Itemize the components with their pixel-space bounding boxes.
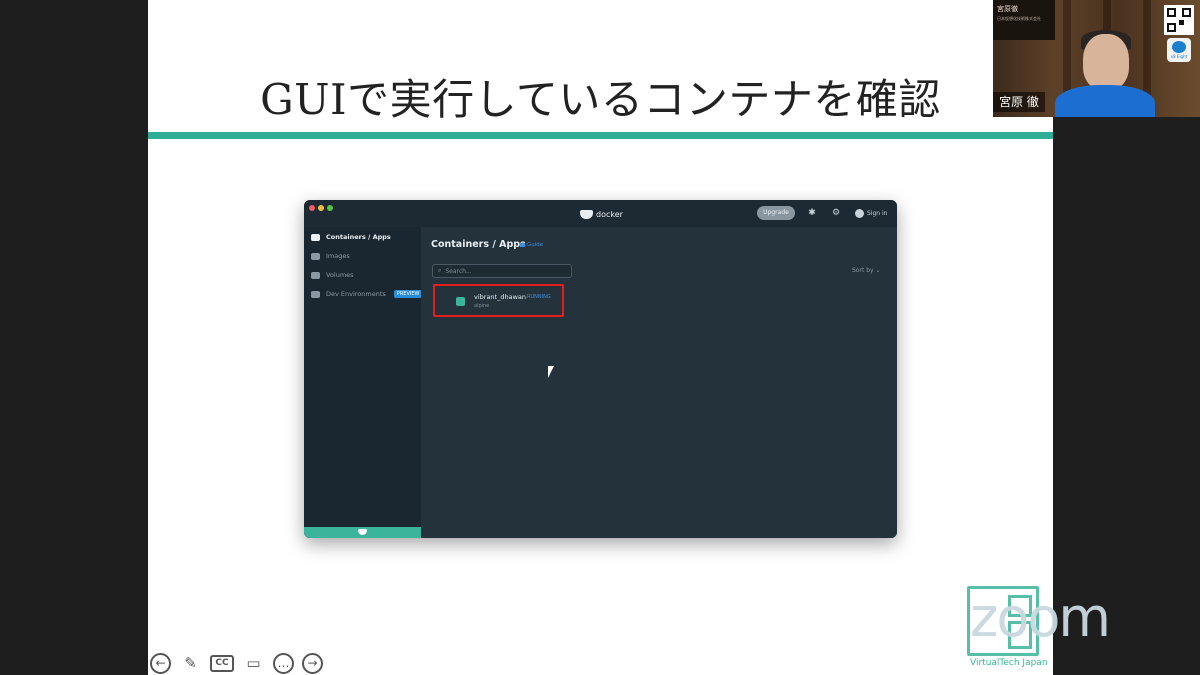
preview-badge: PREVIEW (393, 290, 423, 298)
container-image: alpine (474, 303, 490, 309)
account-icon (855, 208, 864, 218)
docker-whale-icon (580, 209, 593, 219)
presentation-controls: ← ✎ CC ▭ … → (150, 650, 323, 675)
docker-desktop-window: docker Upgrade ✱ ⚙ Sign in Containers / … (304, 200, 897, 538)
video-off-icon[interactable]: ▭ (242, 652, 265, 675)
prev-slide-icon[interactable]: ← (150, 652, 171, 674)
slide-title: GUIで実行しているコンテナを確認 (260, 75, 941, 124)
sidebar-item-volumes[interactable]: Volumes (311, 269, 354, 281)
docker-sidebar: Containers / Apps Images Volumes Dev Env… (304, 227, 423, 538)
window-titlebar: docker Upgrade ✱ ⚙ Sign in (304, 200, 897, 227)
guide-link[interactable]: Guide (520, 242, 543, 248)
search-input[interactable]: ⌕ Search... (432, 264, 572, 278)
container-name: vibrant_dhawan (474, 293, 526, 301)
guide-label: Guide (527, 242, 544, 248)
speaker-body (1055, 85, 1155, 117)
docker-logo: docker (580, 207, 623, 221)
troubleshoot-icon[interactable]: ✱ (805, 206, 819, 220)
eight-badge: v8 Eight (1167, 38, 1191, 62)
speaker-face (1083, 34, 1129, 90)
pen-icon[interactable]: ✎ (179, 652, 202, 675)
close-window-icon[interactable] (309, 205, 315, 211)
more-icon[interactable]: … (273, 652, 294, 674)
engine-status-bar[interactable] (304, 527, 421, 538)
volumes-icon (311, 271, 320, 279)
container-icon (311, 233, 320, 241)
chevron-down-icon: ⌄ (875, 267, 881, 274)
speaker-name-tag: 宮原 徹 (993, 92, 1045, 112)
virtualtech-label: VirtualTech Japan (970, 658, 1048, 668)
docker-whale-icon (358, 529, 367, 535)
sidebar-item-label: Images (326, 252, 350, 260)
sidebar-item-dev-environments[interactable]: Dev Environments PREVIEW (311, 288, 423, 300)
sign-in-label: Sign in (867, 209, 888, 217)
containers-panel: Containers / Apps Guide ⌕ Search... Sort… (421, 227, 897, 538)
guide-icon (520, 243, 525, 247)
settings-gear-icon[interactable]: ⚙ (829, 206, 843, 220)
zoom-watermark: zoom (970, 586, 1111, 649)
sidebar-item-label: Volumes (326, 271, 354, 279)
status-badge: RUNNING (527, 294, 551, 300)
title-divider (148, 132, 1053, 139)
sidebar-item-images[interactable]: Images (311, 250, 350, 262)
sidebar-item-containers[interactable]: Containers / Apps (311, 231, 391, 243)
sort-by-label: Sort by (852, 267, 874, 274)
upgrade-button[interactable]: Upgrade (757, 206, 795, 220)
sidebar-item-label: Containers / Apps (326, 233, 391, 241)
dev-env-icon (311, 290, 320, 298)
page-title: Containers / Apps (431, 239, 526, 250)
eight-badge-label: v8 Eight (1170, 54, 1188, 59)
left-letterbox (0, 0, 148, 675)
poster-subtitle: 日本仮想化技術株式会社 (997, 16, 1041, 21)
mouse-pointer-icon (548, 366, 554, 378)
sidebar-item-label: Dev Environments (326, 290, 386, 298)
docker-logo-text: docker (596, 209, 623, 219)
eight-logo-icon (1172, 41, 1186, 53)
images-icon (311, 252, 320, 260)
poster-title: 宮原徹 (997, 5, 1018, 13)
qr-code-icon (1164, 5, 1194, 35)
presentation-slide: GUIで実行しているコンテナを確認 docker Upgrade ✱ ⚙ Sig… (148, 0, 1053, 675)
search-icon: ⌕ (438, 267, 442, 274)
search-placeholder: Search... (445, 267, 472, 275)
maximize-window-icon[interactable] (327, 205, 333, 211)
name-poster: 宮原徹 日本仮想化技術株式会社 (993, 0, 1055, 40)
cc-icon[interactable]: CC (210, 654, 234, 672)
container-icon (456, 297, 465, 306)
next-slide-icon[interactable]: → (302, 652, 323, 674)
sign-in-button[interactable]: Sign in (855, 206, 887, 220)
sort-by-dropdown[interactable]: Sort by ⌄ (852, 267, 881, 274)
container-row[interactable]: vibrant_dhawan RUNNING alpine (433, 284, 564, 378)
minimize-window-icon[interactable] (318, 205, 324, 211)
screen: GUIで実行しているコンテナを確認 docker Upgrade ✱ ⚙ Sig… (0, 0, 1200, 675)
